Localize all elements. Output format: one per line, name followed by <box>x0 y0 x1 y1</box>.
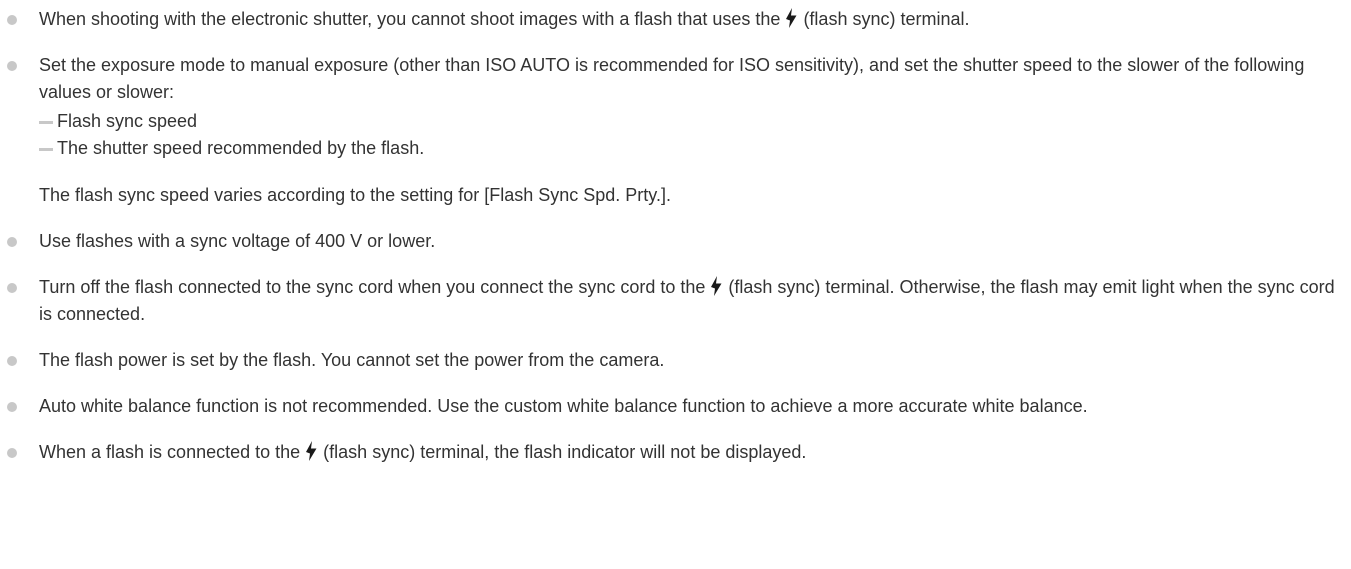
note-text: When shooting with the electronic shutte… <box>39 9 781 29</box>
notes-list: When shooting with the electronic shutte… <box>0 0 1345 466</box>
note-text: (flash sync) terminal. <box>803 9 970 29</box>
note-white-balance: Auto white balance function is not recom… <box>0 393 1345 420</box>
bullet-dot-icon <box>7 61 17 71</box>
bullet-dot-icon <box>7 402 17 412</box>
sublist-item: The shutter speed recommended by the fla… <box>39 135 1345 162</box>
note-text: Turn off the flash connected to the sync… <box>39 277 706 297</box>
bullet-dot-icon <box>7 356 17 366</box>
note-exposure-mode: Set the exposure mode to manual exposure… <box>0 52 1345 209</box>
note-electronic-shutter: When shooting with the electronic shutte… <box>0 6 1345 33</box>
note-flash-indicator: When a flash is connected to the (flash s… <box>0 439 1345 466</box>
dash-icon <box>39 148 53 151</box>
sublist-item-text: Flash sync speed <box>57 111 198 131</box>
flash-sync-icon <box>304 441 318 461</box>
sync-speed-sublist: Flash sync speed The shutter speed recom… <box>39 108 1345 162</box>
note-sync-cord: Turn off the flash connected to the sync… <box>0 274 1345 328</box>
note-sync-voltage: Use flashes with a sync voltage of 400 V… <box>0 228 1345 255</box>
bullet-dot-icon <box>7 448 17 458</box>
note-text: The flash power is set by the flash. You… <box>39 350 665 370</box>
note-text: Auto white balance function is not recom… <box>39 396 1088 416</box>
note-flash-power: The flash power is set by the flash. You… <box>0 347 1345 374</box>
note-text: Set the exposure mode to manual exposure… <box>39 55 1305 102</box>
bullet-dot-icon <box>7 283 17 293</box>
bullet-dot-icon <box>7 15 17 25</box>
note-extra-text: The flash sync speed varies according to… <box>39 185 671 205</box>
sublist-item-text: The shutter speed recommended by the fla… <box>57 138 425 158</box>
flash-sync-icon <box>784 8 798 28</box>
bullet-dot-icon <box>7 237 17 247</box>
note-text: Use flashes with a sync voltage of 400 V… <box>39 231 436 251</box>
flash-sync-icon <box>709 276 723 296</box>
note-text: (flash sync) terminal, the flash indicat… <box>323 442 807 462</box>
note-text: When a flash is connected to the <box>39 442 301 462</box>
sublist-item: Flash sync speed <box>39 108 1345 135</box>
dash-icon <box>39 121 53 124</box>
